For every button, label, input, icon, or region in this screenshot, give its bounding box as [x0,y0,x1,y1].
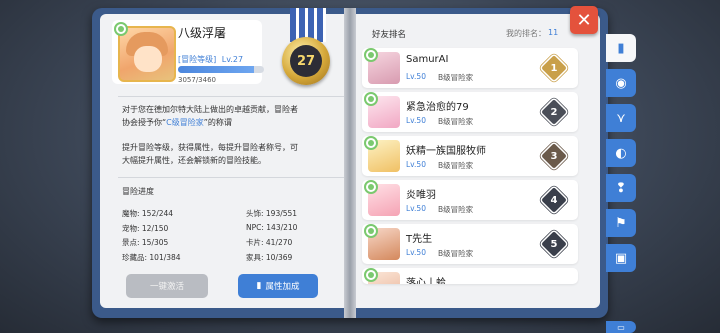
rank-number: 5 [550,238,558,250]
friend-level: Lv.50 [406,116,426,125]
side-tab[interactable]: ❢ [606,174,636,202]
medal-number: 27 [290,45,322,77]
map-icon: ⚑ [615,215,627,231]
side-tab[interactable]: ▣ [606,244,636,272]
friend-class: B级冒险家 [438,161,474,170]
desc-line-2-pre: 协会授予你“ [122,118,167,127]
progress-stat: 珍藏品: 101/384 [122,252,181,262]
side-tab[interactable]: ◐ [606,139,636,167]
friend-row[interactable]: 妖精一族国服牧师 Lv.50 B级冒险家 3 [362,136,578,176]
level-description: 提升冒险等级，获得属性，每提升冒险者称号，可 大幅提升属性，还会解锁新的冒险技能… [122,141,342,167]
online-badge-icon [364,268,378,282]
book-icon: ▮ [617,40,625,56]
adventure-level-label: [冒险等级] Lv.27 [178,54,243,65]
rank-number: 1 [550,62,558,74]
chest-icon: ▭ [617,322,625,332]
online-badge-icon [364,224,378,238]
side-tab[interactable]: ◉ [606,69,636,97]
online-badge-icon [364,92,378,106]
activate-all-button[interactable]: 一键激活 [126,274,208,298]
rank-number: 2 [550,106,558,118]
desc-line-2-post: ”的称谓 [203,118,232,127]
desc-line-2: 协会授予你“C级冒险家”的称谓 [122,116,342,129]
ranking-title: 好友排名 [372,30,407,40]
friend-level: Lv.50 [406,72,426,81]
friend-row[interactable]: 紧急治愈的79 Lv.50 B级冒险家 2 [362,92,578,132]
friend-class: B级冒险家 [438,205,474,214]
monster-icon: ◉ [615,75,627,91]
rank-badge-icon: 2 [541,99,567,125]
friend-level: Lv.50 [406,204,426,213]
friend-class: B级冒险家 [438,73,474,82]
online-badge-icon [364,180,378,194]
rank-number: 4 [550,194,558,206]
desc-line-4: 大幅提升属性，还会解锁新的冒险技能。 [122,156,266,165]
progress-stat: 景点: 15/305 [122,238,169,247]
progress-title: 冒险进度 [122,187,154,196]
online-badge-icon [114,22,128,36]
friend-name: 妖精一族国服牧师 [406,146,486,157]
level-medal-icon: 27 [282,37,330,85]
friend-row[interactable]: 落心丨蛤 [362,268,578,284]
friend-row[interactable]: SamurAI Lv.50 B级冒险家 1 [362,48,578,88]
friend-class: B级冒险家 [438,249,474,258]
divider [118,96,344,97]
desc-line-3: 提升冒险等级，获得属性，每提升冒险者称号，可 [122,143,298,152]
card-icon: ▣ [614,250,628,266]
activate-button-label: 一键激活 [149,282,184,292]
rank-number: 3 [550,150,558,162]
player-name: 八级浮屠 [178,26,227,40]
progress-stat: NPC: 143/210 [246,222,298,232]
side-tab[interactable]: ⋎ [606,104,636,132]
rank-label: [冒险等级] [178,55,217,64]
progress-stat: 家具: 10/369 [246,252,293,262]
close-button[interactable]: ✕ [570,6,598,34]
friend-row[interactable]: T先生 Lv.50 B级冒险家 5 [362,224,578,264]
rank-badge-icon: 5 [541,231,567,257]
friend-name: 炎唯羽 [406,190,436,201]
close-icon: ✕ [576,9,592,31]
side-tab[interactable]: ▭ [606,321,636,333]
progress-stat: 魔物: 152/244 [122,209,174,218]
progress-stat: 头饰: 193/551 [246,209,298,218]
my-rank-label: 我的排名： [506,29,546,38]
friend-name: T先生 [406,234,433,245]
side-tab[interactable]: ▮ [606,34,636,62]
friend-level: Lv.50 [406,160,426,169]
npc-icon: ❢ [615,180,627,196]
exp-bar [178,66,264,73]
rank-badge-icon: 4 [541,187,567,213]
player-avatar[interactable] [118,26,176,82]
book-spine [344,8,356,318]
progress-stat: 卡片: 41/270 [246,238,293,247]
desc-line-1: 对于您在德加尔特大陆上做出的卓越贡献，冒险者 [122,105,298,114]
attribute-button-label: 属性加成 [265,282,300,292]
exp-bar-fill [178,66,254,73]
title-highlight: C级冒险家 [166,118,204,127]
friend-name: SamurAI [406,54,449,65]
online-badge-icon [364,48,378,62]
rank-badge-icon: 1 [541,55,567,81]
my-rank-value: 11 [548,28,559,37]
rank-badge-icon: 3 [541,143,567,169]
exp-text: 3057/3460 [178,76,216,84]
divider [118,177,344,178]
player-level: Lv.27 [221,55,244,64]
progress-stat: 宠物: 12/150 [122,223,169,233]
friend-name: 落心丨蛤 [406,278,446,284]
pet-icon: ◐ [615,145,627,161]
friend-class: B级冒险家 [438,117,474,126]
side-tab[interactable]: ⚑ [606,209,636,237]
book-icon: ▮ [256,281,262,291]
friend-row[interactable]: 炎唯羽 Lv.50 B级冒险家 4 [362,180,578,220]
title-description: 对于您在德加尔特大陆上做出的卓越贡献，冒险者 协会授予你“C级冒险家”的称谓 [122,103,342,129]
friend-level: Lv.50 [406,248,426,257]
attribute-bonus-button[interactable]: ▮ 属性加成 [238,274,318,298]
friend-name: 紧急治愈的79 [406,102,469,113]
online-badge-icon [364,136,378,150]
horns-icon: ⋎ [616,110,626,126]
